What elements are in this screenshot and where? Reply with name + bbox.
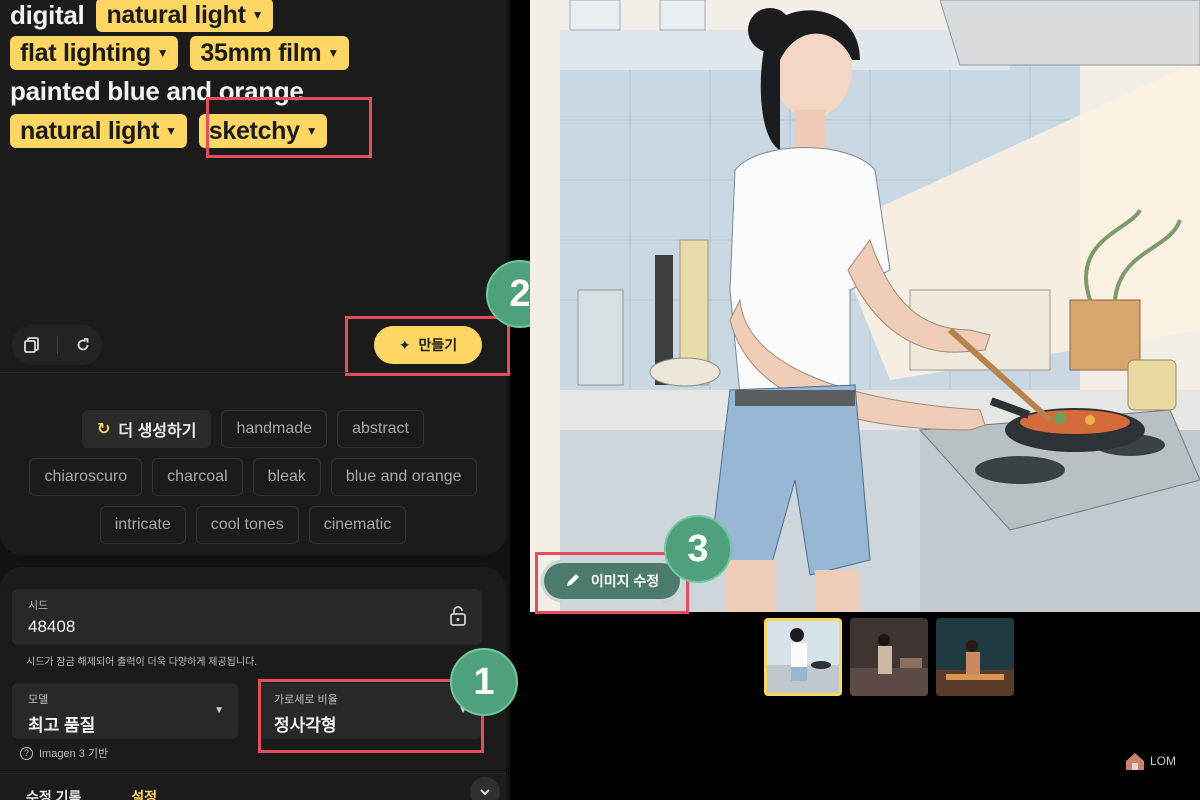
caret-down-icon: ▼	[214, 705, 224, 716]
prompt-word-digital: digital	[10, 0, 85, 30]
model-note-text: Imagen 3 기반	[39, 748, 109, 760]
edit-image-button[interactable]: 이미지 수정	[541, 560, 683, 602]
model-note: ? Imagen 3 기반	[20, 745, 108, 761]
model-label: 모델	[28, 694, 49, 706]
logo-text: LOM	[1150, 754, 1177, 768]
aspect-value: 정사각형	[274, 716, 337, 735]
suggestion-chip[interactable]: chiaroscuro	[29, 458, 143, 496]
copy-icon[interactable]	[18, 331, 46, 359]
suggestion-chips: ↻ 더 생성하기 handmade abstract chiaroscuro c…	[0, 410, 506, 554]
chip-label: natural light	[20, 116, 160, 145]
tab-settings[interactable]: 설정	[131, 787, 157, 800]
generate-more-label: 더 생성하기	[118, 423, 197, 440]
edit-image-label: 이미지 수정	[590, 573, 660, 589]
chip-label: natural light	[106, 0, 246, 29]
thumbnail-3[interactable]	[936, 618, 1014, 696]
refresh-icon: ↻	[97, 421, 111, 438]
pencil-icon	[565, 572, 581, 591]
seed-field[interactable]: 시드 48408	[12, 589, 482, 645]
settings-divider	[0, 773, 506, 774]
suggestion-chip[interactable]: cool tones	[195, 506, 299, 544]
chip-label: sketchy	[208, 116, 300, 145]
chip-sketchy[interactable]: sketchy ▼	[198, 114, 328, 148]
tool-divider	[56, 336, 58, 354]
chip-label: flat lighting	[20, 38, 151, 67]
suggestion-chip[interactable]: bleak	[252, 458, 321, 496]
chevron-down-icon[interactable]	[470, 777, 500, 800]
prompt-line-4: natural light ▼ sketchy ▼	[10, 114, 328, 148]
settings-tabs: 수정 기록 설정	[26, 787, 157, 800]
model-value: 최고 품질	[28, 716, 96, 735]
caret-down-icon: ▼	[251, 8, 264, 22]
left-panel: digital natural light ▼ flat lighting ▼ …	[0, 0, 510, 800]
thumbnail-1[interactable]	[764, 618, 842, 696]
chip-label: 35mm film	[200, 38, 322, 67]
seed-label: 시드	[28, 600, 49, 612]
chip-flat-lighting[interactable]: flat lighting ▼	[10, 36, 179, 70]
refresh-icon[interactable]	[69, 331, 97, 359]
caret-down-icon: ▼	[156, 46, 169, 60]
caret-down-icon: ▼	[165, 124, 177, 138]
seed-value: 48408	[28, 617, 76, 636]
kitchen-illustration	[530, 0, 1200, 612]
prompt-line-1: digital natural light ▼	[10, 0, 274, 32]
watermark-logo: LOM	[1124, 750, 1176, 772]
tab-history[interactable]: 수정 기록	[26, 787, 81, 800]
house-logo-icon	[1126, 753, 1144, 770]
suggestion-chip[interactable]: intricate	[99, 506, 186, 544]
suggestion-row: ↻ 더 생성하기 handmade abstract	[0, 410, 506, 448]
seed-helper: 시드가 잠금 해제되어 출력이 더욱 다양하게 제공됩니다.	[26, 657, 258, 668]
help-icon[interactable]: ?	[20, 746, 33, 760]
generate-more-button[interactable]: ↻ 더 생성하기	[82, 410, 212, 448]
create-button[interactable]: ✦ 만들기	[374, 326, 482, 364]
suggestion-chip[interactable]: abstract	[337, 410, 424, 448]
create-button-label: 만들기	[418, 337, 458, 353]
suggestion-chip[interactable]: charcoal	[152, 458, 243, 496]
suggestion-row: intricate cool tones cinematic	[0, 506, 506, 544]
step-badge-3: 3	[664, 515, 732, 583]
sparkle-icon: ✦	[398, 336, 411, 353]
thumbnail-strip	[764, 618, 1014, 696]
prompt-text: painted blue and orange	[10, 76, 304, 106]
aspect-label: 가로세로 비율	[274, 694, 338, 706]
section-divider	[0, 372, 506, 373]
prompt-line-3: painted blue and orange	[10, 76, 304, 107]
step-badge-1: 1	[450, 648, 518, 716]
model-select[interactable]: 모델 최고 품질 ▼	[12, 683, 238, 739]
chip-natural-light[interactable]: natural light ▼	[96, 0, 274, 32]
prompt-line-2: flat lighting ▼ 35mm film ▼	[10, 36, 349, 70]
chip-35mm-film[interactable]: 35mm film ▼	[190, 36, 349, 70]
suggestion-chip[interactable]: blue and orange	[330, 458, 477, 496]
suggestion-chip[interactable]: handmade	[221, 410, 328, 448]
suggestion-row: chiaroscuro charcoal bleak blue and oran…	[0, 458, 506, 496]
chip-natural-light-2[interactable]: natural light ▼	[10, 114, 187, 148]
settings-card: 시드 48408 시드가 잠금 해제되어 출력이 더욱 다양하게 제공됩니다. …	[0, 567, 506, 800]
caret-down-icon: ▼	[305, 124, 318, 138]
prompt-tools	[12, 325, 102, 365]
suggestion-chip[interactable]: cinematic	[308, 506, 407, 544]
caret-down-icon: ▼	[327, 46, 339, 60]
aspect-ratio-select[interactable]: 가로세로 비율 정사각형 ▼	[258, 683, 482, 739]
unlock-icon[interactable]	[448, 605, 468, 632]
generated-image-preview[interactable]	[530, 0, 1200, 612]
thumbnail-2[interactable]	[850, 618, 928, 696]
